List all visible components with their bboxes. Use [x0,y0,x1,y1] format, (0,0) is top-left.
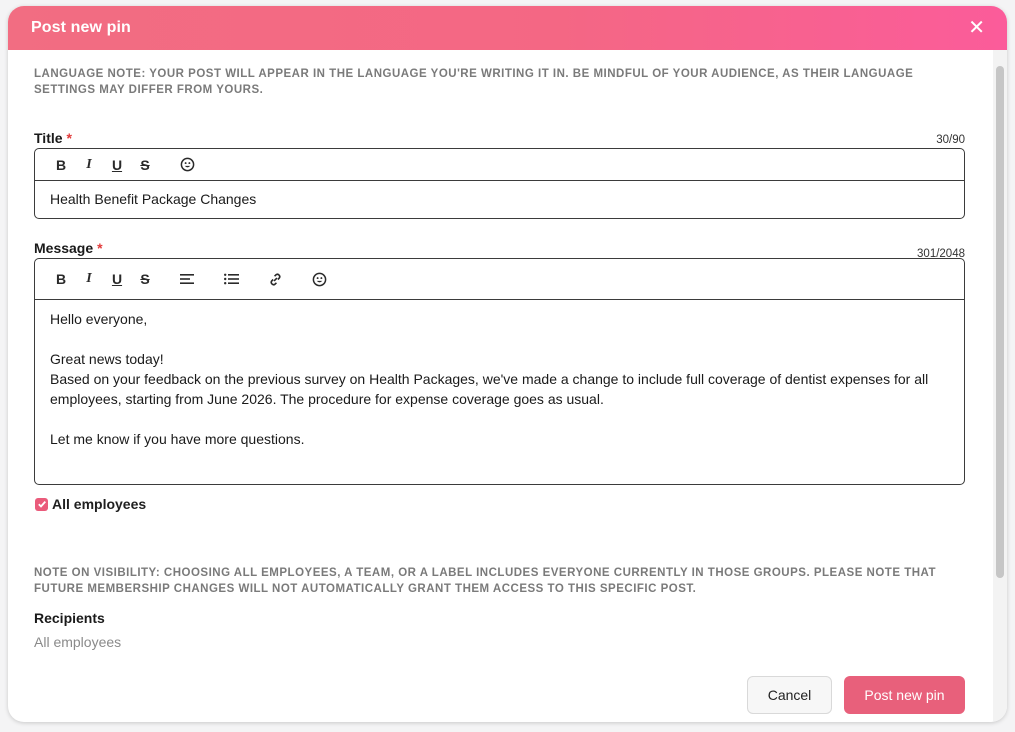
bold-icon[interactable]: B [51,269,71,289]
underline-icon[interactable]: U [107,155,127,175]
all-employees-label: All employees [52,496,147,512]
recipients-label: Recipients [34,610,105,626]
required-mark: * [66,130,72,146]
title-toolbar: B I U S [35,149,964,181]
title-char-counter: 30/90 [936,134,965,146]
underline-icon[interactable]: U [107,269,127,289]
align-left-icon[interactable] [177,269,197,289]
title-editor: B I U S Health Benefit Package Changes [34,148,965,219]
required-mark: * [97,240,103,256]
cancel-button[interactable]: Cancel [747,676,832,714]
bullet-list-icon[interactable] [221,269,241,289]
italic-icon[interactable]: I [79,155,99,175]
message-editor: B I U S Hello everyone, Great news today… [34,258,965,485]
bold-icon[interactable]: B [51,155,71,175]
title-label: Title * [34,130,72,146]
title-input[interactable]: Health Benefit Package Changes [35,181,964,209]
message-input[interactable]: Hello everyone, Great news today! Based … [35,300,964,449]
all-employees-checkbox[interactable] [35,497,48,511]
visibility-note: NOTE ON VISIBILITY: CHOOSING ALL EMPLOYE… [34,567,936,595]
post-new-pin-button[interactable]: Post new pin [844,676,965,714]
link-icon[interactable] [265,269,285,289]
italic-icon[interactable]: I [79,269,99,289]
dialog-title: Post new pin [31,19,131,36]
emoji-icon[interactable] [177,155,197,175]
message-line: Hello everyone, [50,311,148,327]
message-line: employees, starting from June 2026. The … [50,391,604,407]
scrollbar[interactable] [993,50,1007,722]
message-line: Let me know if you have more questions. [50,431,305,447]
message-line [50,409,949,429]
emoji-icon[interactable] [309,269,329,289]
message-toolbar: B I U S [35,259,964,300]
dialog-body: LANGUAGE NOTE: YOUR POST WILL APPEAR IN … [8,50,993,722]
language-note: LANGUAGE NOTE: YOUR POST WILL APPEAR IN … [34,68,914,96]
post-pin-dialog: Post new pin ✕ LANGUAGE NOTE: YOUR POST … [8,6,1007,722]
close-icon[interactable]: ✕ [968,18,985,38]
all-employees-option[interactable]: All employees [35,496,146,512]
strikethrough-icon[interactable]: S [135,269,155,289]
dialog-header: Post new pin ✕ [8,6,1007,50]
recipients-value: All employees [34,634,122,650]
message-line: Great news today! [50,351,164,367]
scrollbar-thumb[interactable] [996,66,1004,578]
message-label: Message * [34,240,103,256]
title-label-text: Title [34,130,63,146]
strikethrough-icon[interactable]: S [135,155,155,175]
message-line: Based on your feedback on the previous s… [50,371,929,387]
message-label-text: Message [34,240,94,256]
message-line [50,329,949,349]
